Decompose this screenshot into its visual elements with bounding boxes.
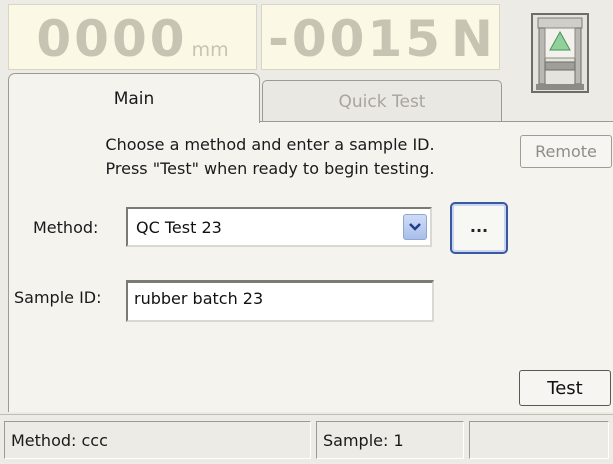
status-sample: Sample: 1 xyxy=(316,421,464,459)
chevron-down-icon[interactable] xyxy=(403,214,427,240)
position-unit: mm xyxy=(191,39,229,61)
force-unit: N xyxy=(451,10,493,68)
method-select[interactable]: QC Test 23 xyxy=(126,207,432,247)
load-frame-icon[interactable] xyxy=(530,12,590,94)
remote-button[interactable]: Remote xyxy=(520,135,612,168)
sample-id-input[interactable]: rubber batch 23 xyxy=(126,280,434,322)
tab-quick-test[interactable]: Quick Test xyxy=(262,80,502,122)
force-value: -0015 xyxy=(268,10,444,68)
position-readout: 0000 mm xyxy=(8,4,257,70)
instructions-line-2: Press "Test" when ready to begin testing… xyxy=(105,159,435,178)
tab-main[interactable]: Main xyxy=(8,73,260,123)
force-readout: -0015 N xyxy=(261,4,500,70)
status-bar: Method: ccc Sample: 1 xyxy=(0,414,613,464)
status-extra xyxy=(469,421,609,459)
method-label: Method: xyxy=(33,218,99,237)
instructions-text: Choose a method and enter a sample ID. P… xyxy=(50,133,490,181)
sample-id-label: Sample ID: xyxy=(14,288,102,307)
browse-methods-button[interactable]: ... xyxy=(450,202,508,254)
method-selected-value: QC Test 23 xyxy=(136,218,222,237)
status-method: Method: ccc xyxy=(4,421,311,459)
position-value: 0000 xyxy=(36,10,188,68)
test-button[interactable]: Test xyxy=(519,370,611,406)
instructions-line-1: Choose a method and enter a sample ID. xyxy=(105,135,435,154)
